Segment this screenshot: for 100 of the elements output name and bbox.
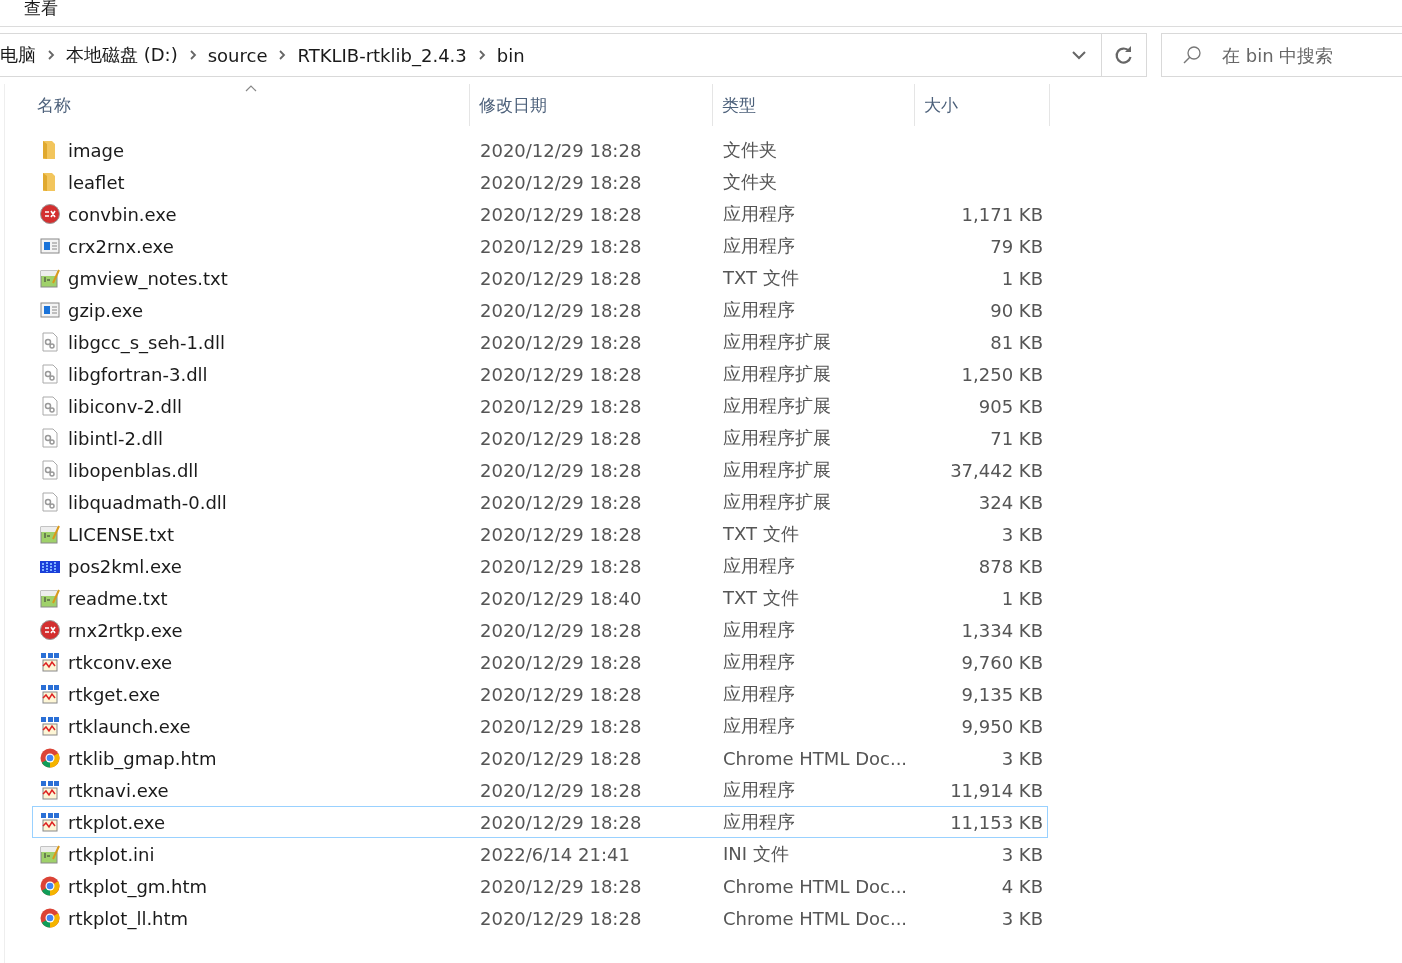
file-row[interactable]: rtklaunch.exe 2020/12/29 18:28 应用程序 9,950 KB — [32, 710, 1048, 742]
breadcrumb-item[interactable]: 本地磁盘 (D:) — [66, 43, 178, 67]
file-row[interactable]: LICENSE.txt 2020/12/29 18:28 TXT 文件 3 KB — [32, 518, 1048, 550]
file-size: 9,950 KB — [960, 715, 1044, 737]
file-size: 79 KB — [989, 235, 1044, 257]
file-size: 3 KB — [1000, 907, 1044, 929]
file-size: 81 KB — [989, 331, 1044, 353]
modified-date: 2020/12/29 18:28 — [479, 811, 643, 833]
modified-date: 2020/12/29 18:28 — [479, 907, 643, 929]
modified-date: 2020/12/29 18:28 — [479, 651, 643, 673]
chevron-right-icon — [187, 49, 198, 61]
breadcrumb-item[interactable]: 电脑 — [0, 43, 36, 67]
file-type: 应用程序 — [722, 298, 796, 322]
file-row[interactable]: libintl-2.dll 2020/12/29 18:28 应用程序扩展 71 KB — [32, 422, 1048, 454]
file-row[interactable]: gmview_notes.txt 2020/12/29 18:28 TXT 文件 1 KB — [32, 262, 1048, 294]
chrome-icon — [40, 748, 60, 768]
file-name: leaflet — [68, 171, 125, 193]
file-row[interactable]: leaflet 2020/12/29 18:28 文件夹 — [32, 166, 1048, 198]
file-type: 应用程序扩展 — [722, 426, 832, 450]
file-row[interactable]: rtklib_gmap.htm 2020/12/29 18:28 Chrome HTML Doc... 3 KB — [32, 742, 1048, 774]
chevron-right-icon — [476, 49, 487, 61]
file-row[interactable]: rtkplot.exe 2020/12/29 18:28 应用程序 11,153 KB — [32, 806, 1048, 838]
file-row[interactable]: libgfortran-3.dll 2020/12/29 18:28 应用程序扩展 1,250 KB — [32, 358, 1048, 390]
column-header[interactable]: 名称 — [32, 84, 470, 126]
file-name: libgcc_s_seh-1.dll — [68, 331, 225, 353]
file-row[interactable]: convbin.exe 2020/12/29 18:28 应用程序 1,171 KB — [32, 198, 1048, 230]
notepad-icon — [40, 268, 60, 288]
file-size: 9,135 KB — [960, 683, 1044, 705]
file-row[interactable]: libgcc_s_seh-1.dll 2020/12/29 18:28 应用程序扩展 81 KB — [32, 326, 1048, 358]
column-header[interactable]: 类型 — [713, 84, 915, 126]
file-row[interactable]: crx2rnx.exe 2020/12/29 18:28 应用程序 79 KB — [32, 230, 1048, 262]
search-box[interactable]: 在 bin 中搜索 — [1161, 33, 1402, 77]
gear-file-icon — [40, 428, 60, 448]
file-type: 应用程序 — [722, 682, 796, 706]
breadcrumb-item[interactable]: bin — [496, 44, 525, 66]
notepad-icon — [40, 844, 60, 864]
file-row[interactable]: libquadmath-0.dll 2020/12/29 18:28 应用程序扩展 324 KB — [32, 486, 1048, 518]
file-row[interactable]: readme.txt 2020/12/29 18:40 TXT 文件 1 KB — [32, 582, 1048, 614]
column-header[interactable]: 大小 — [915, 84, 1050, 126]
file-size: 90 KB — [989, 299, 1044, 321]
file-row[interactable]: rtkplot_ll.htm 2020/12/29 18:28 Chrome HTML Doc... 3 KB — [32, 902, 1048, 934]
file-name: libquadmath-0.dll — [68, 491, 227, 513]
file-size: 37,442 KB — [949, 459, 1044, 481]
network-app-icon — [40, 780, 60, 800]
file-size: 4 KB — [1000, 875, 1044, 897]
breadcrumb-item[interactable]: source — [207, 44, 268, 66]
modified-date: 2020/12/29 18:28 — [479, 459, 643, 481]
modified-date: 2020/12/29 18:28 — [479, 747, 643, 769]
modified-date: 2020/12/29 18:28 — [479, 203, 643, 225]
file-type: 应用程序 — [722, 650, 796, 674]
gear-file-icon — [40, 492, 60, 512]
modified-date: 2020/12/29 18:28 — [479, 427, 643, 449]
modified-date: 2020/12/29 18:28 — [479, 331, 643, 353]
file-size: 11,914 KB — [949, 779, 1044, 801]
file-row[interactable]: image 2020/12/29 18:28 文件夹 — [32, 134, 1048, 166]
network-app-icon — [40, 652, 60, 672]
file-row[interactable]: gzip.exe 2020/12/29 18:28 应用程序 90 KB — [32, 294, 1048, 326]
gear-file-icon — [40, 364, 60, 384]
file-row[interactable]: rtknavi.exe 2020/12/29 18:28 应用程序 11,914 KB — [32, 774, 1048, 806]
chevron-right-icon — [277, 49, 288, 61]
modified-date: 2020/12/29 18:28 — [479, 683, 643, 705]
file-type: 应用程序扩展 — [722, 458, 832, 482]
chrome-icon — [40, 908, 60, 928]
file-row[interactable]: rtkplot_gm.htm 2020/12/29 18:28 Chrome HTML Doc... 4 KB — [32, 870, 1048, 902]
file-type: INI 文件 — [722, 842, 790, 866]
file-name: rtkplot_gm.htm — [68, 875, 208, 897]
file-size: 3 KB — [1000, 843, 1044, 865]
modified-date: 2020/12/29 18:28 — [479, 395, 643, 417]
file-name: rtknavi.exe — [68, 779, 169, 801]
gear-file-icon — [40, 332, 60, 352]
network-app-icon — [40, 716, 60, 736]
window-icon — [40, 236, 60, 256]
file-row[interactable]: rnx2rtkp.exe 2020/12/29 18:28 应用程序 1,334 KB — [32, 614, 1048, 646]
file-name: LICENSE.txt — [68, 523, 175, 545]
file-type: Chrome HTML Doc... — [722, 907, 909, 929]
file-row[interactable]: rtkget.exe 2020/12/29 18:28 应用程序 9,135 KB — [32, 678, 1048, 710]
modified-date: 2020/12/29 18:28 — [479, 779, 643, 801]
file-size: 1 KB — [1000, 587, 1044, 609]
file-type: 应用程序 — [722, 810, 796, 834]
file-size: 1 KB — [1000, 267, 1044, 289]
cx-app-icon — [40, 620, 60, 640]
file-type: 应用程序扩展 — [722, 330, 832, 354]
menu-item[interactable]: 查看 — [24, 0, 58, 18]
address-bar[interactable]: 电脑 本地磁盘 (D:) source RTKLIB-rtklib_2.4.3 bin — [0, 33, 1147, 77]
file-type: 应用程序 — [722, 778, 796, 802]
file-type: 应用程序 — [722, 618, 796, 642]
breadcrumb-item[interactable]: RTKLIB-rtklib_2.4.3 — [297, 44, 467, 66]
file-row[interactable]: rtkconv.exe 2020/12/29 18:28 应用程序 9,760 KB — [32, 646, 1048, 678]
network-app-icon — [40, 684, 60, 704]
modified-date: 2020/12/29 18:28 — [479, 491, 643, 513]
file-name: readme.txt — [68, 587, 168, 609]
file-row[interactable]: pos2kml.exe 2020/12/29 18:28 应用程序 878 KB — [32, 550, 1048, 582]
file-row[interactable]: libiconv-2.dll 2020/12/29 18:28 应用程序扩展 905 KB — [32, 390, 1048, 422]
file-type: Chrome HTML Doc... — [722, 747, 909, 769]
file-name: rtklaunch.exe — [68, 715, 191, 737]
column-header[interactable]: 修改日期 — [470, 84, 713, 126]
file-row[interactable]: libopenblas.dll 2020/12/29 18:28 应用程序扩展 37,442 KB — [32, 454, 1048, 486]
file-row[interactable]: rtkplot.ini 2022/6/14 21:41 INI 文件 3 KB — [32, 838, 1048, 870]
network-app-icon — [40, 812, 60, 832]
notepad-icon — [40, 524, 60, 544]
